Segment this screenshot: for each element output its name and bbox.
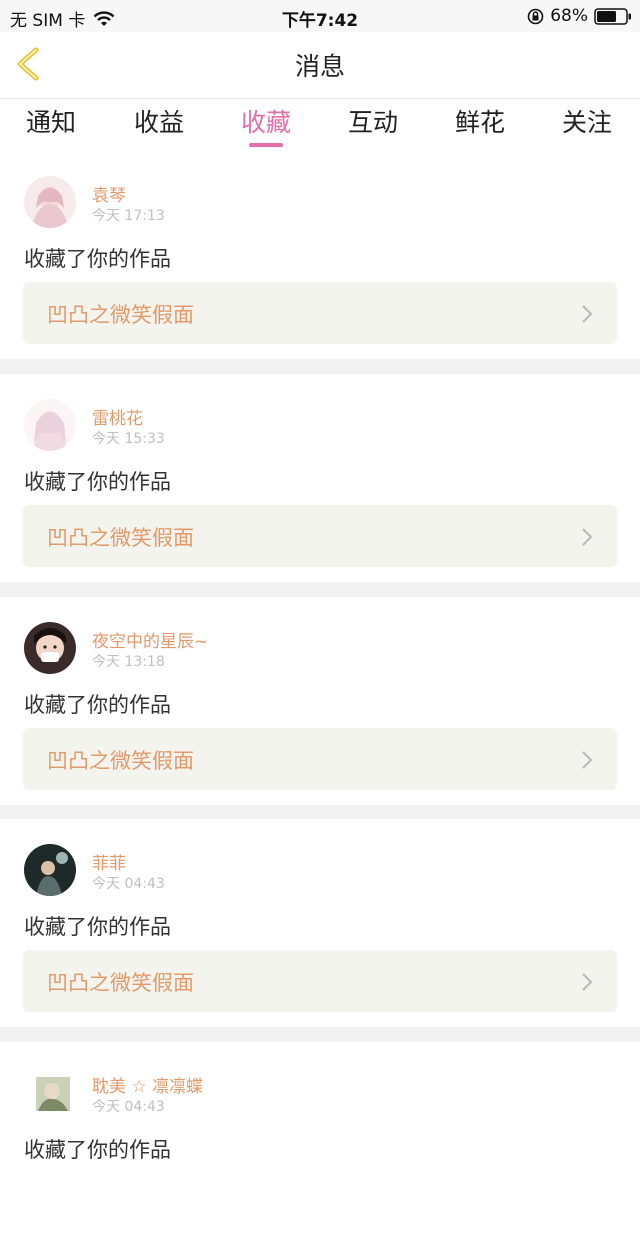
lock-rotation-icon [527,8,544,24]
tab-notifications[interactable]: 通知 [6,103,96,139]
status-bar: 无 SIM 卡 下午7:42 68% [0,0,640,32]
battery-percent: 68% [550,6,588,26]
battery-icon [594,7,631,25]
username[interactable]: 菲菲 [92,849,126,874]
page-title: 消息 [294,52,345,81]
tab-interactions[interactable]: 互动 [328,103,418,139]
nav-bar: 消息 [0,32,640,99]
action-text: 收藏了你的作品 [24,693,171,717]
username[interactable]: 耽美 ☆ 凛凛蝶 [92,1072,203,1097]
tab-following[interactable]: 关注 [542,103,632,139]
chevron-right-icon [582,528,593,546]
work-title: 凹凸之微笑假面 [47,303,194,327]
list-item: 袁琴 今天 17:13 收藏了你的作品 凹凸之微笑假面 [0,151,640,359]
chevron-right-icon [582,751,593,769]
tab-earnings[interactable]: 收益 [114,103,204,139]
action-text: 收藏了你的作品 [24,1138,171,1162]
work-title: 凹凸之微笑假面 [47,971,194,995]
work-title: 凹凸之微笑假面 [47,749,194,773]
work-link[interactable]: 凹凸之微笑假面 [23,950,617,1012]
timestamp: 今天 04:43 [92,876,165,892]
work-title: 凹凸之微笑假面 [47,526,194,550]
list-item: 雷桃花 今天 15:33 收藏了你的作品 凹凸之微笑假面 [0,374,640,582]
list-item: 耽美 ☆ 凛凛蝶 今天 04:43 收藏了你的作品 [0,1042,640,1250]
avatar[interactable] [24,1067,76,1119]
action-text: 收藏了你的作品 [24,470,171,494]
username[interactable]: 雷桃花 [92,404,143,429]
avatar[interactable] [24,399,76,451]
timestamp: 今天 15:33 [92,431,165,447]
tab-favorites[interactable]: 收藏 [221,103,311,139]
tab-flowers[interactable]: 鲜花 [435,103,525,139]
tab-bar: 通知 收益 收藏 互动 鲜花 关注 [0,99,640,151]
timestamp: 今天 17:13 [92,208,165,224]
avatar[interactable] [24,622,76,674]
timestamp: 今天 04:43 [92,1099,165,1115]
username[interactable]: 袁琴 [92,181,126,206]
username[interactable]: 夜空中的星辰~ [92,627,208,652]
work-link[interactable]: 凹凸之微笑假面 [23,728,617,790]
chevron-right-icon [582,973,593,991]
action-text: 收藏了你的作品 [24,247,171,271]
chevron-right-icon [582,305,593,323]
work-link[interactable]: 凹凸之微笑假面 [23,505,617,567]
work-link[interactable]: 凹凸之微笑假面 [23,282,617,344]
avatar[interactable] [24,176,76,228]
active-tab-indicator [249,143,283,147]
timestamp: 今天 13:18 [92,654,165,670]
list-item: 菲菲 今天 04:43 收藏了你的作品 凹凸之微笑假面 [0,819,640,1027]
list-item: 夜空中的星辰~ 今天 13:18 收藏了你的作品 凹凸之微笑假面 [0,597,640,805]
avatar[interactable] [24,844,76,896]
action-text: 收藏了你的作品 [24,915,171,939]
status-right: 68% [527,6,632,26]
